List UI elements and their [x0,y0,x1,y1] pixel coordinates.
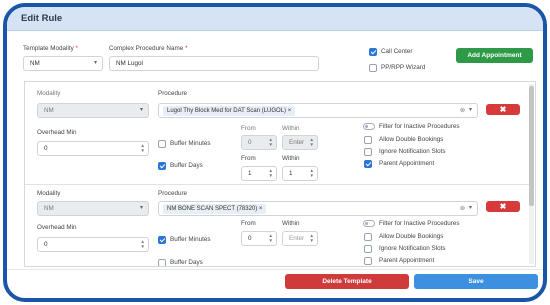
procedure-select[interactable]: NM BONE SCAN SPECT (78320) × ⊗ ▾ [158,201,478,216]
spinner-icon[interactable]: ▲ ▼ [141,239,145,249]
filter-inactive-toggle[interactable] [363,123,375,130]
delete-template-button[interactable]: Delete Template [285,274,409,289]
save-button[interactable]: Save [414,274,538,289]
overhead-min-input[interactable]: 0 ▲ ▼ [37,141,149,156]
buffer-days-checkbox[interactable] [158,162,166,170]
tag-remove-icon[interactable]: × [288,108,292,114]
parent-appointment-checkbox[interactable] [364,160,372,168]
buffer-days-label: Buffer Days [170,259,203,266]
buffer-minutes-from-input: 0 ▲ ▼ [241,135,277,150]
allow-double-label: Allow Double Bookings [379,233,444,240]
complex-procedure-label: Complex Procedure Name * [109,45,188,52]
footer-divider [7,269,543,270]
filter-inactive-label: Filter for Inactive Procedures [379,220,460,227]
remove-row-button[interactable]: ✖ [486,104,520,115]
complex-procedure-input[interactable]: NM Lugol [109,56,319,71]
allow-double-checkbox[interactable] [364,233,372,241]
buffer-days-checkbox[interactable] [158,259,166,266]
dialog-titlebar: Edit Rule [7,7,543,31]
call-center-checkbox[interactable] [369,48,377,56]
modality-select: NM ▾ [37,201,149,216]
allow-double-label: Allow Double Bookings [379,136,444,143]
overhead-min-label: Overhead Min [37,224,77,231]
within-label: Within [282,125,300,132]
ignore-notification-checkbox[interactable] [364,245,372,253]
remove-row-button[interactable]: ✖ [486,201,520,212]
call-center-label: Call Center [381,48,413,55]
modality-label: Modality [37,90,61,97]
template-modality-label: Template Modality * [23,45,78,52]
modality-select: NM ▾ [37,103,149,118]
pp-rpp-checkbox[interactable] [369,64,377,72]
buffer-days-from-input[interactable]: 1 ▲ ▼ [241,166,277,181]
spinner-icon[interactable]: ▲ ▼ [141,143,145,153]
template-modality-select[interactable]: NM ▾ [23,56,103,71]
buffer-minutes-checkbox[interactable] [158,140,166,148]
spinner-icon: ▲ ▼ [268,137,273,147]
chevron-down-icon: ▾ [139,107,143,113]
spinner-icon[interactable]: ▲ ▼ [269,233,273,243]
ignore-notification-checkbox[interactable] [364,148,372,156]
days-within-label: Within [282,155,300,162]
scrollbar-thumb[interactable] [529,86,534,206]
buffer-minutes-label: Buffer Minutes [170,236,211,243]
buffer-days-label: Buffer Days [170,162,203,169]
procedure-label: Procedure [158,190,188,197]
overhead-min-input[interactable]: 0 ▲ ▼ [37,237,149,252]
procedure-tag: Lugol Thy Block Med for DAT Scan (LUGOL)… [163,106,296,116]
clear-icon[interactable]: ⊗ [460,202,465,215]
spinner-icon: ▲ ▼ [309,137,314,147]
edit-rule-dialog: Edit Rule Template Modality * NM ▾ Compl… [3,3,547,302]
parent-appointment-label: Parent Appointment [379,160,435,167]
dialog-title: Edit Rule [21,13,63,24]
filter-inactive-label: Filter for Inactive Procedures [379,123,460,130]
buffer-minutes-from-input[interactable]: 0 ▲ ▼ [241,231,277,246]
parent-appointment-label: Parent Appointment [379,257,435,264]
filter-inactive-toggle[interactable] [363,220,375,227]
buffer-minutes-within-input: Enter ▲ ▼ [282,135,318,150]
spinner-icon[interactable]: ▲ ▼ [310,233,314,243]
clear-icon[interactable]: ⊗ [460,104,465,117]
panel-scrollbar[interactable] [529,84,534,264]
spinner-icon[interactable]: ▲ ▼ [269,168,273,178]
from-label: From [241,220,256,227]
spinner-icon[interactable]: ▲ ▼ [310,168,314,178]
buffer-minutes-checkbox[interactable] [158,236,166,244]
procedure-tag: NM BONE SCAN SPECT (78320) × [163,204,267,214]
ignore-notification-label: Ignore Notification Slots [379,245,446,252]
chevron-down-icon: ▾ [468,107,472,113]
days-from-label: From [241,155,256,162]
chevron-down-icon: ▾ [468,205,472,211]
rules-panel: Modality NM ▾ Procedure Lugol Thy Block … [24,81,536,267]
row-divider [25,184,530,185]
parent-appointment-checkbox[interactable] [364,257,372,265]
allow-double-checkbox[interactable] [364,136,372,144]
from-label: From [241,125,256,132]
chevron-down-icon: ▾ [93,60,97,66]
buffer-days-within-input[interactable]: 1 ▲ ▼ [282,166,318,181]
procedure-label: Procedure [158,90,188,97]
overhead-min-label: Overhead Min [37,129,77,136]
chevron-down-icon: ▾ [139,205,143,211]
ignore-notification-label: Ignore Notification Slots [379,148,446,155]
buffer-minutes-within-input[interactable]: Enter ▲ ▼ [282,231,318,246]
within-label: Within [282,220,300,227]
buffer-minutes-label: Buffer Minutes [170,140,211,147]
tag-remove-icon[interactable]: × [259,206,263,212]
procedure-select[interactable]: Lugol Thy Block Med for DAT Scan (LUGOL)… [158,103,478,118]
pp-rpp-label: PP/RPP Wizard [381,64,426,71]
add-appointment-button[interactable]: Add Appointment [456,48,533,63]
modality-label: Modality [37,190,61,197]
